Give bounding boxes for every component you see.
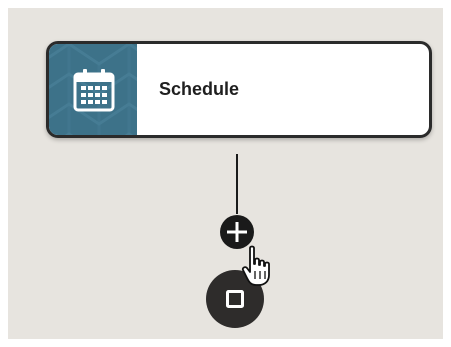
calendar-icon (73, 69, 115, 112)
node-label: Schedule (159, 79, 240, 99)
schedule-node[interactable]: Schedule (46, 41, 432, 138)
stop-square-icon (226, 290, 244, 308)
connector-line (236, 154, 238, 214)
node-icon-tile (49, 44, 137, 135)
hand-pointer-icon (241, 245, 270, 286)
flow-canvas: Schedule (8, 8, 443, 339)
